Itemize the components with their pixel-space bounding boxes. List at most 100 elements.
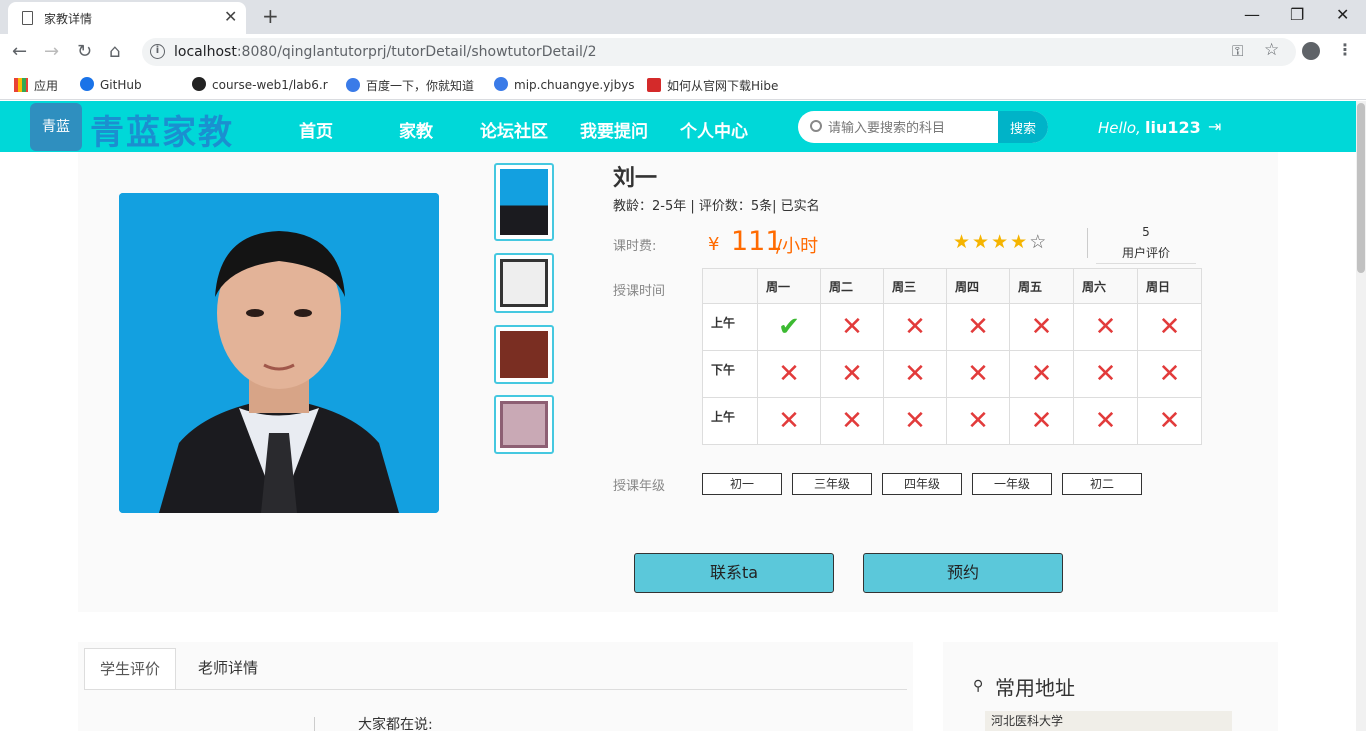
nav-ask[interactable]: 我要提问 (580, 117, 648, 142)
menu-icon[interactable]: ⋮ (1337, 40, 1353, 59)
tutor-name: 刘一 (613, 166, 658, 191)
red-c-icon (647, 78, 661, 92)
bookmark-mip[interactable]: mip.chuangye.yjbys (494, 77, 635, 92)
thumbnail-cert-image (500, 259, 548, 307)
contact-button[interactable]: 联系ta (634, 553, 834, 593)
username[interactable]: liu123 (1145, 118, 1201, 137)
schedule-cell: ✕ (883, 350, 947, 398)
grade-tag: 一年级 (972, 473, 1052, 495)
schedule-cell: ✕ (1009, 303, 1074, 351)
tab-student-reviews[interactable]: 学生评价 (84, 648, 177, 690)
tab-title: 家教详情 (44, 12, 93, 26)
address-bar[interactable]: i localhost:8080/qinglantutorprj/tutorDe… (142, 38, 1296, 66)
bookmark-hibernate[interactable]: 如何从官网下载Hibe (647, 77, 778, 94)
close-tab-icon[interactable]: ✕ (224, 7, 237, 26)
baidu-paw-icon (494, 77, 508, 91)
schedule-day-header: 周四 (946, 268, 1010, 304)
map-label: 河北医科大学 (991, 714, 1064, 728)
bookmark-github[interactable]: GitHub (80, 77, 142, 92)
search-button[interactable]: 搜索 (998, 111, 1048, 143)
page-scrollbar[interactable] (1356, 101, 1366, 731)
cross-icon: ✕ (778, 359, 800, 389)
rating-stars: ★★★★☆ (953, 231, 1048, 253)
reload-icon[interactable]: ↻ (77, 41, 92, 62)
schedule-day-header: 周二 (820, 268, 884, 304)
cross-icon: ✕ (1030, 312, 1053, 342)
bookmark-star-icon[interactable]: ☆ (1264, 40, 1279, 60)
schedule-cell: ✕ (883, 397, 947, 445)
cross-icon: ✕ (1158, 406, 1181, 436)
nav-home[interactable]: 首页 (299, 117, 333, 142)
schedule-cell: ✕ (883, 303, 947, 351)
back-icon[interactable]: ← (12, 41, 27, 62)
grade-label: 授课年级 (613, 479, 666, 494)
cross-icon: ✕ (1030, 406, 1053, 436)
tab-teacher-details[interactable]: 老师详情 (183, 648, 273, 690)
cross-icon: ✕ (1094, 359, 1117, 389)
gear-icon (80, 77, 94, 91)
restore-icon[interactable]: ❐ (1290, 5, 1304, 24)
tutor-meta: 教龄：2-5年 | 评价数：5条| 已实名 (613, 199, 820, 214)
search-input[interactable] (828, 115, 993, 139)
cross-icon: ✕ (904, 359, 926, 389)
location-pin-icon: ⚲ (973, 678, 984, 694)
schedule-cell: ✕ (1137, 350, 1202, 398)
bookmark-course[interactable]: course-web1/lab6.r (192, 77, 328, 92)
star-filled-icon: ★ (991, 231, 1011, 253)
cross-icon: ✕ (1094, 406, 1117, 436)
url-text[interactable]: localhost:8080/qinglantutorprj/tutorDeta… (174, 44, 597, 60)
star-empty-icon: ☆ (1029, 231, 1049, 253)
nav-profile[interactable]: 个人中心 (680, 117, 748, 142)
new-tab-icon[interactable]: + (262, 4, 279, 28)
schedule-header-row: 周一 周二 周三 周四 周五 周六 周日 (702, 268, 1202, 304)
schedule-row: 下午 ✕ ✕ ✕ ✕ ✕ ✕ ✕ (702, 350, 1202, 398)
nav-forum[interactable]: 论坛社区 (480, 117, 548, 142)
browser-tab[interactable]: 家教详情 ✕ (8, 2, 246, 34)
close-window-icon[interactable]: ✕ (1336, 5, 1349, 24)
schedule-cell: ✕ (946, 397, 1010, 445)
thumbnail-book[interactable] (494, 325, 554, 384)
book-button[interactable]: 预约 (863, 553, 1063, 593)
schedule-row: 上午 ✕ ✕ ✕ ✕ ✕ ✕ ✕ (702, 397, 1202, 445)
nav-tutors[interactable]: 家教 (399, 117, 433, 142)
schedule-cell: ✕ (1137, 303, 1202, 351)
info-icon[interactable]: i (150, 44, 165, 59)
thumbnail-diploma-image (500, 401, 548, 448)
fee-unit: /小时 (776, 236, 819, 257)
minimize-icon[interactable]: — (1244, 5, 1260, 24)
schedule-body: 上午 ✔ ✕ ✕ ✕ ✕ ✕ ✕ 下午 ✕ ✕ ✕ ✕ ✕ ✕ ✕ 上午 ✕ ✕ ✕ ✕ ✕ ✕ ✕ (702, 303, 1202, 445)
grade-tag: 四年级 (882, 473, 962, 495)
schedule-period-label: 下午 (702, 350, 758, 398)
thumbnail-book-image (500, 331, 548, 378)
logo-text[interactable]: 青蓝家教 (90, 105, 234, 154)
schedule-cell: ✕ (1009, 350, 1074, 398)
forward-icon[interactable]: → (44, 41, 59, 62)
baidu-paw-icon (346, 78, 360, 92)
browser-toolbar: ← → ↻ ⌂ i localhost:8080/qinglantutorprj… (0, 34, 1366, 70)
cross-icon: ✕ (778, 406, 800, 436)
browser-tabstrip: 家教详情 ✕ + — ❐ ✕ (0, 0, 1366, 34)
hello-text: Hello, (1098, 119, 1141, 137)
cross-icon: ✕ (967, 312, 989, 342)
logout-icon[interactable]: ⇥ (1208, 117, 1221, 136)
thumbnail-photo[interactable] (494, 163, 554, 241)
home-icon[interactable]: ⌂ (109, 41, 120, 62)
schedule-cell: ✕ (1009, 397, 1074, 445)
bookmark-baidu[interactable]: 百度一下，你就知道 (346, 77, 474, 94)
cross-icon: ✕ (1094, 312, 1117, 342)
bookmark-apps[interactable]: 应用 (14, 77, 58, 94)
site-header: 青蓝 青蓝家教 首页 家教 论坛社区 我要提问 个人中心 搜索 Hello, l… (0, 101, 1356, 154)
tabs-divider (84, 689, 907, 690)
thumbnail-diploma[interactable] (494, 395, 554, 454)
scrollbar-thumb[interactable] (1357, 103, 1365, 273)
schedule-cell: ✕ (946, 303, 1010, 351)
grade-tag: 三年级 (792, 473, 872, 495)
thumbnail-certificate[interactable] (494, 253, 554, 313)
profile-icon[interactable] (1302, 42, 1320, 60)
key-icon[interactable]: ⚿ (1232, 42, 1243, 60)
cross-icon: ✕ (841, 359, 863, 389)
logo-mark[interactable]: 青蓝 (30, 103, 82, 151)
schedule-label: 授课时间 (613, 284, 666, 299)
address-title: 常用地址 (995, 676, 1075, 700)
tutor-photo (119, 193, 439, 513)
